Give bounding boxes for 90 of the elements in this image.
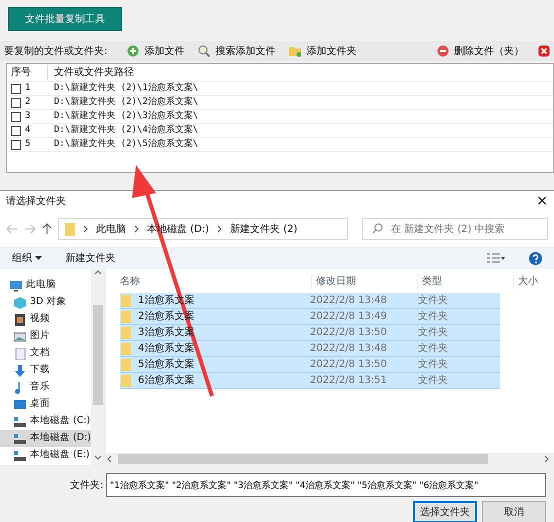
nav-item[interactable]: 下载 <box>0 362 91 379</box>
search-icon <box>372 223 383 234</box>
chevron-icon <box>217 225 222 233</box>
nav-item[interactable]: 本地磁盘 (C:) <box>0 413 91 430</box>
image-icon <box>14 330 26 342</box>
row-number: 2 <box>25 96 30 109</box>
chevron-icon <box>134 225 139 233</box>
path-cell-text: D:\新建文件夹 (2)\1治愈系文案\ <box>53 82 198 95</box>
document-icon <box>14 348 26 360</box>
folder-icon <box>65 222 75 236</box>
row-number: 5 <box>25 138 30 151</box>
path-cell-text: D:\新建文件夹 (2)\2治愈系文案\ <box>53 96 198 109</box>
computer-icon <box>10 280 22 292</box>
row-checkbox[interactable] <box>11 112 21 122</box>
breadcrumb-item[interactable]: 新建文件夹 (2) <box>230 222 298 236</box>
path-cell-text: D:\新建文件夹 (2)\5治愈系文案\ <box>53 138 198 151</box>
search-button[interactable]: 搜索添加文件 <box>198 44 276 58</box>
search-icon <box>198 45 210 57</box>
path-cell-text: D:\新建文件夹 (2)\3治愈系文案\ <box>53 110 198 123</box>
remove-button[interactable]: 删除文件（夹） <box>437 44 524 58</box>
chevron-icon <box>83 225 88 233</box>
folder-icon <box>289 45 302 57</box>
drive-icon <box>14 432 26 444</box>
row-checkbox[interactable] <box>11 98 21 108</box>
column-header: 文件或文件夹路径 <box>54 67 134 78</box>
caret-icon <box>34 256 42 260</box>
folder-icon <box>120 358 132 370</box>
scroll-down-icon <box>94 455 102 461</box>
scroll-thumb[interactable] <box>93 305 103 405</box>
remove-icon <box>437 45 449 57</box>
add-icon <box>127 45 140 57</box>
help-icon <box>529 252 542 264</box>
nav-item[interactable]: 桌面 <box>0 396 91 413</box>
view-icon <box>487 253 505 263</box>
row-checkbox[interactable] <box>11 140 21 150</box>
row-number: 1 <box>25 82 30 95</box>
nav-item[interactable]: 本地磁盘 (E:) <box>0 447 91 464</box>
up-icon <box>42 223 52 235</box>
forward-icon <box>24 224 36 234</box>
folder-button[interactable]: 添加文件夹 <box>289 44 356 58</box>
nav-item[interactable]: 图片 <box>0 328 91 345</box>
nav-item[interactable]: 本地磁盘 (D:) <box>0 430 91 447</box>
nav-item[interactable]: 文档 <box>0 345 91 362</box>
column-header[interactable]: 修改日期 <box>312 274 418 288</box>
row-checkbox[interactable] <box>11 84 21 94</box>
column-header[interactable]: 大小 <box>514 274 554 288</box>
folder-icon <box>120 342 132 354</box>
column-header[interactable]: 类型 <box>418 274 514 288</box>
drive-icon <box>14 416 26 428</box>
scroll-right-icon <box>544 455 550 463</box>
scroll-thumb[interactable] <box>118 454 488 464</box>
close-icon[interactable] <box>538 45 550 57</box>
breadcrumb-item[interactable]: 此电脑 <box>96 222 126 236</box>
nav-item[interactable]: 3D 对象 <box>0 294 91 311</box>
cube-icon <box>14 296 26 308</box>
drive-icon <box>14 450 26 462</box>
list-label: 要复制的文件或文件夹: <box>4 44 108 58</box>
folder-icon <box>120 374 132 386</box>
folder-icon <box>120 326 132 338</box>
organize-menu[interactable]: 组织 <box>12 250 42 266</box>
dialog-title: 请选择文件夹 <box>6 194 66 208</box>
folder-field[interactable]: "1治愈系文案" "2治愈系文案" "3治愈系文案" "4治愈系文案" "5治愈系文案" "6治愈系文案" <box>106 473 546 497</box>
folder-icon <box>120 310 132 322</box>
row-number: 4 <box>25 124 30 137</box>
film-icon <box>14 314 26 326</box>
monitor-icon <box>14 398 26 410</box>
cancel-button[interactable]: 取消 <box>482 501 546 522</box>
file-row[interactable]: 5治愈系文案 2022/2/8 13:50 文件夹 <box>120 357 500 373</box>
row-checkbox[interactable] <box>11 126 21 136</box>
scroll-up-icon <box>94 269 102 275</box>
title-button[interactable]: 文件批量复制工具 <box>8 7 122 31</box>
folder-label: 文件夹: <box>70 478 104 492</box>
nav-item[interactable]: 视频 <box>0 311 91 328</box>
nav-item[interactable]: 此电脑 <box>0 277 91 294</box>
file-row[interactable]: 6治愈系文案 2022/2/8 13:51 文件夹 <box>120 373 500 389</box>
folder-icon <box>120 294 132 306</box>
nav-item[interactable]: 音乐 <box>0 379 91 396</box>
back-icon <box>6 224 18 234</box>
column-header[interactable]: 名称 <box>106 274 312 288</box>
column-header: 序号 <box>11 66 31 80</box>
path-cell-text: D:\新建文件夹 (2)\4治愈系文案\ <box>53 124 198 137</box>
search-field[interactable]: 在 新建文件夹 (2) 中搜索 <box>362 218 548 240</box>
new-folder-button[interactable]: 新建文件夹 <box>66 250 116 266</box>
close-button[interactable]: × <box>536 190 548 212</box>
download-icon <box>14 364 26 376</box>
select-button[interactable]: 选择文件夹 <box>413 501 477 522</box>
row-number: 3 <box>25 110 30 123</box>
file-row[interactable]: 4治愈系文案 2022/2/8 13:48 文件夹 <box>120 341 500 357</box>
scroll-left-icon <box>106 455 112 463</box>
add-button[interactable]: 添加文件 <box>127 44 184 58</box>
